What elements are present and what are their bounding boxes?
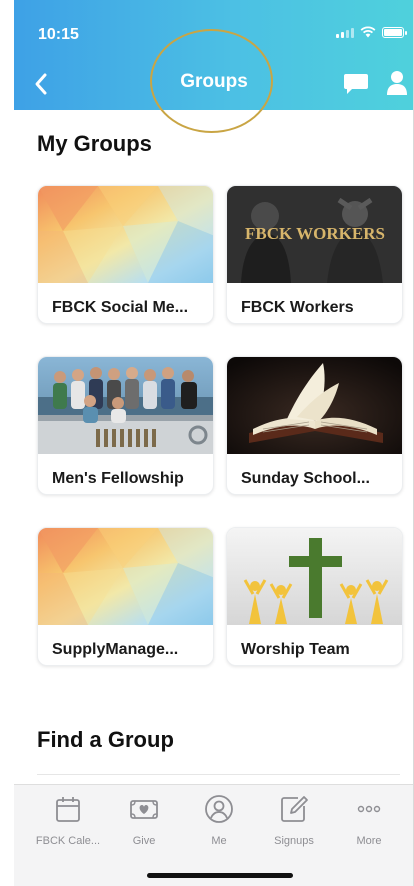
tab-label: Give (132, 835, 156, 847)
tab-me[interactable]: Me (184, 793, 254, 847)
group-card-mens-fellowship[interactable]: Men's Fellowship (37, 356, 214, 495)
find-group-heading: Find a Group (37, 727, 174, 752)
group-card-worship-team[interactable]: Worship Team (226, 527, 403, 666)
me-icon (205, 795, 233, 823)
groups-content: My Groups FBCK Social Me... FBCK WORKERS… (14, 110, 414, 784)
tab-signups[interactable]: Signups (259, 793, 329, 847)
profile-button[interactable] (386, 70, 408, 96)
tab-label: Me (211, 835, 227, 847)
calendar-icon (56, 797, 80, 822)
group-label: FBCK Workers (241, 299, 354, 316)
tab-label: More (356, 835, 382, 847)
signal-icon (336, 27, 354, 38)
wifi-icon (360, 26, 376, 38)
group-label: Men's Fellowship (52, 470, 184, 487)
chat-button[interactable] (343, 73, 369, 95)
bible-photo-thumbnail (227, 357, 402, 454)
signups-icon (281, 796, 308, 822)
polygon-thumbnail (38, 528, 213, 625)
app-screen: 10:15 Groups My Groups FBCK Social Me...… (0, 0, 414, 886)
cross-thumbnail (227, 528, 402, 625)
group-label: Sunday School... (241, 470, 370, 487)
tab-label: Signups (274, 835, 314, 847)
workers-overlay-text: FBCK WORKERS (245, 224, 385, 243)
bottom-tab-bar: FBCK Cale... Give Me Signups More (14, 784, 414, 886)
group-card-workers[interactable]: FBCK WORKERS FBCK Workers (226, 185, 403, 324)
section-divider (37, 774, 400, 775)
left-edge (0, 0, 14, 886)
tab-calendar[interactable]: FBCK Cale... (33, 793, 103, 847)
polygon-thumbnail (38, 186, 213, 283)
home-indicator[interactable] (147, 873, 293, 878)
status-time: 10:15 (38, 26, 79, 43)
more-icon (357, 805, 381, 813)
group-label: FBCK Social Me... (52, 299, 189, 316)
tab-give[interactable]: Give (109, 793, 179, 847)
group-card-sunday-school[interactable]: Sunday School... (226, 356, 403, 495)
tab-label: FBCK Cale... (35, 835, 101, 847)
group-card-social-media[interactable]: FBCK Social Me... (37, 185, 214, 324)
status-icons (336, 26, 407, 38)
group-label: SupplyManage... (52, 641, 179, 658)
tab-more[interactable]: More (334, 793, 404, 847)
battery-icon (382, 26, 407, 38)
fishing-group-photo-thumbnail (38, 357, 213, 454)
workers-photo-thumbnail: FBCK WORKERS (227, 186, 402, 283)
nav-header: 10:15 Groups (14, 0, 414, 110)
give-icon (130, 800, 158, 819)
my-groups-heading: My Groups (37, 131, 152, 156)
group-label: Worship Team (241, 641, 350, 658)
group-card-supply-management[interactable]: SupplyManage... (37, 527, 214, 666)
